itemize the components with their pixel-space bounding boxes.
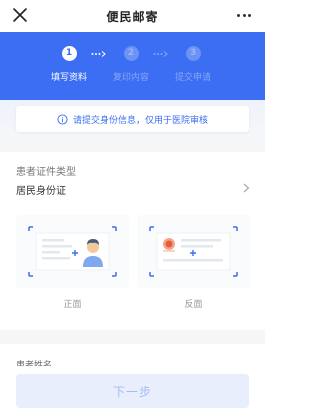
divider: [0, 330, 265, 344]
step-progress: 1 填写资料 2 复印内容 3 提交申请: [0, 32, 265, 100]
nav-bar: 便民邮寄: [0, 0, 265, 32]
notice-text: 请提交身份信息，仅用于医院审核: [72, 115, 208, 126]
notice-banner: 请提交身份信息，仅用于医院审核: [16, 106, 249, 132]
info-icon: [57, 113, 68, 125]
id-back-icon: [149, 226, 238, 277]
next-button[interactable]: 下一步: [16, 374, 249, 408]
step-copy-content: 2 复印内容: [101, 46, 161, 83]
id-front-icon: [28, 226, 117, 277]
step-fill-info: 1 填写资料: [39, 46, 99, 83]
page-title: 便民邮寄: [106, 9, 159, 24]
close-icon[interactable]: [12, 7, 28, 23]
step-number: 1: [61, 46, 77, 61]
upload-back-card[interactable]: [137, 215, 250, 288]
bottom-bar: 下一步: [0, 366, 265, 416]
front-caption: 正面: [63, 300, 82, 310]
step-label: 复印内容: [112, 73, 149, 83]
upload-front-card[interactable]: [16, 215, 129, 288]
id-type-select[interactable]: 居民身份证: [16, 182, 66, 197]
back-caption: 反面: [184, 300, 203, 310]
step-label: 提交申请: [174, 73, 211, 83]
divider: [0, 138, 265, 152]
step-label: 填写资料: [50, 73, 87, 83]
more-icon[interactable]: [237, 14, 251, 18]
chevron-right-icon[interactable]: [243, 183, 250, 193]
step-submit: 3 提交申请: [163, 46, 223, 83]
step-number: 2: [123, 46, 139, 61]
step-number: 3: [185, 46, 201, 61]
id-type-label: 患者证件类型: [16, 167, 76, 178]
notice-section: 请提交身份信息，仅用于医院审核: [0, 100, 265, 138]
